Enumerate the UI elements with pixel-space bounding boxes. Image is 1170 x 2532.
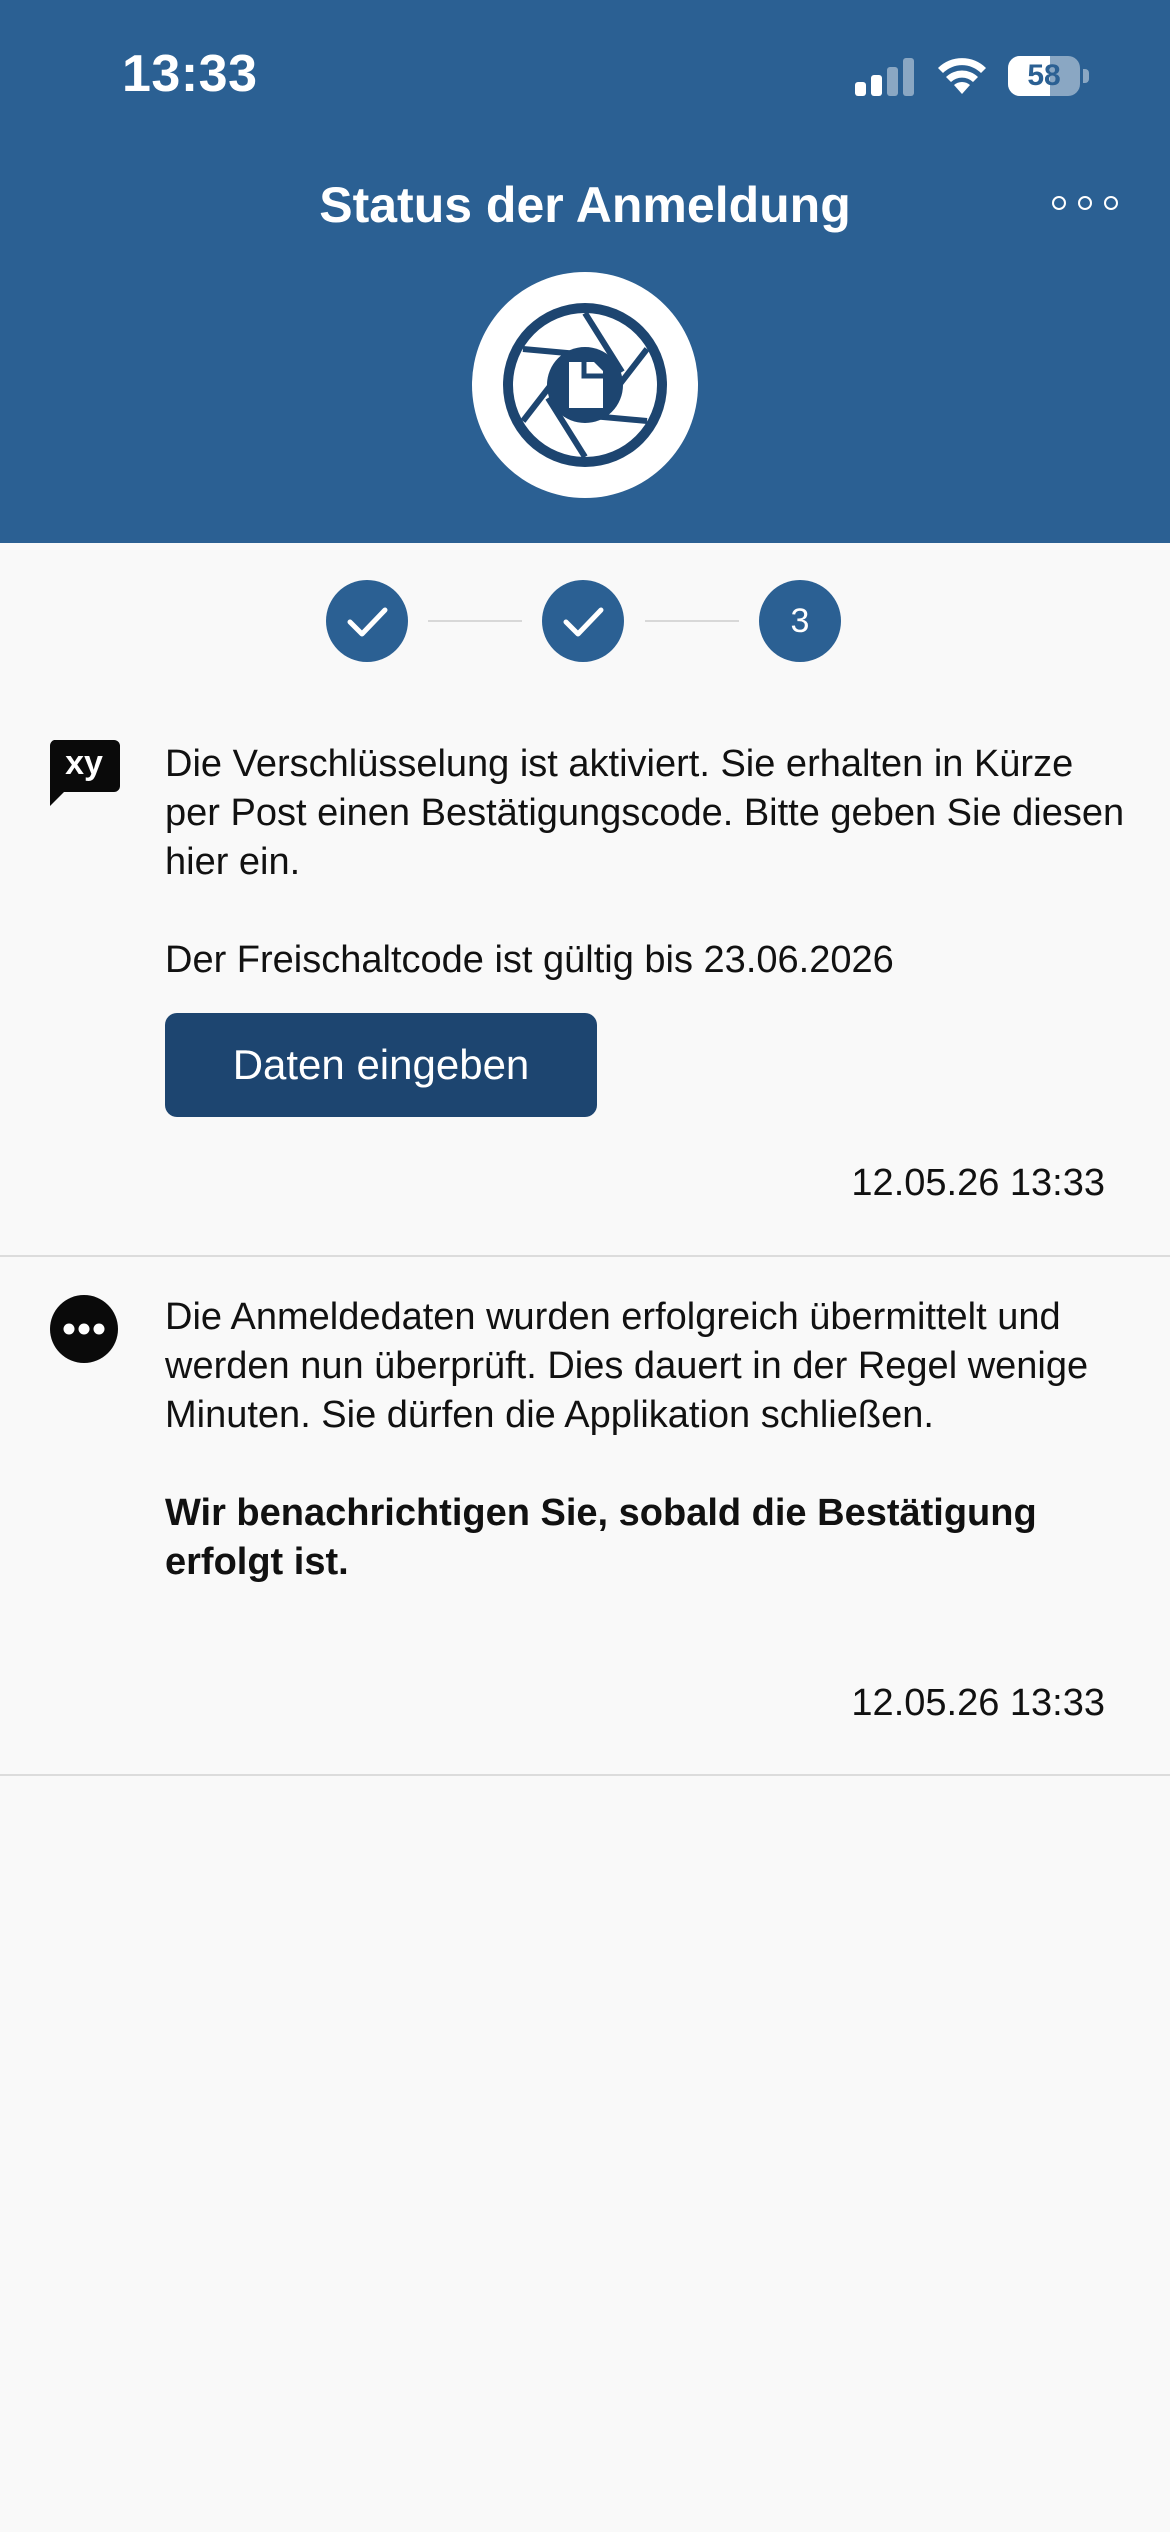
status-message: xy Die Verschlüsselung ist aktiviert. Si… <box>0 700 1170 1255</box>
message-paragraph: Die Anmeldedaten wurden erfolgreich über… <box>165 1296 1089 1436</box>
cellular-signal-icon <box>855 56 915 96</box>
battery-icon: 58 <box>1008 56 1089 96</box>
ellipsis-icon <box>1052 196 1066 210</box>
app-header: 13:33 58 Status der Anmeldung <box>0 0 1170 543</box>
status-time: 13:33 <box>122 45 258 103</box>
status-message: Die Anmeldedaten wurden erfolgreich über… <box>0 1257 1170 1775</box>
checkmark-icon <box>347 607 388 637</box>
page-title: Status der Anmeldung <box>319 177 851 233</box>
xy-chat-icon: xy <box>48 740 120 811</box>
shutter-logo-icon <box>472 272 698 498</box>
checkmark-icon <box>563 607 604 637</box>
message-body: Die Anmeldedaten wurden erfolgreich über… <box>165 1293 1125 1587</box>
step-connector <box>428 620 522 622</box>
battery-level-text: 58 <box>1027 59 1061 92</box>
step-connector <box>645 620 739 622</box>
ellipsis-circle-icon <box>48 1293 120 1370</box>
step-2-done <box>542 580 624 662</box>
message-paragraph: Der Freischaltcode ist gültig bis 23.06.… <box>165 939 894 981</box>
message-timestamp: 12.05.26 13:33 <box>851 1162 1105 1204</box>
message-paragraph-bold: Wir benachrichtigen Sie, sobald die Best… <box>165 1492 1037 1583</box>
message-paragraph: Die Verschlüsselung ist aktiviert. Sie e… <box>165 743 1125 883</box>
xy-icon-label: xy <box>65 744 103 782</box>
message-timestamp: 12.05.26 13:33 <box>851 1682 1105 1724</box>
message-body: Die Verschlüsselung ist aktiviert. Sie e… <box>165 740 1125 985</box>
enter-data-button[interactable]: Daten eingeben <box>165 1013 597 1117</box>
wifi-icon <box>938 58 986 94</box>
progress-stepper: 3 <box>0 580 1170 662</box>
step-3-current: 3 <box>759 580 841 662</box>
more-options-button[interactable] <box>1048 190 1122 220</box>
divider <box>0 1774 1170 1776</box>
step-1-done <box>326 580 408 662</box>
status-bar: 13:33 58 <box>0 0 1170 150</box>
